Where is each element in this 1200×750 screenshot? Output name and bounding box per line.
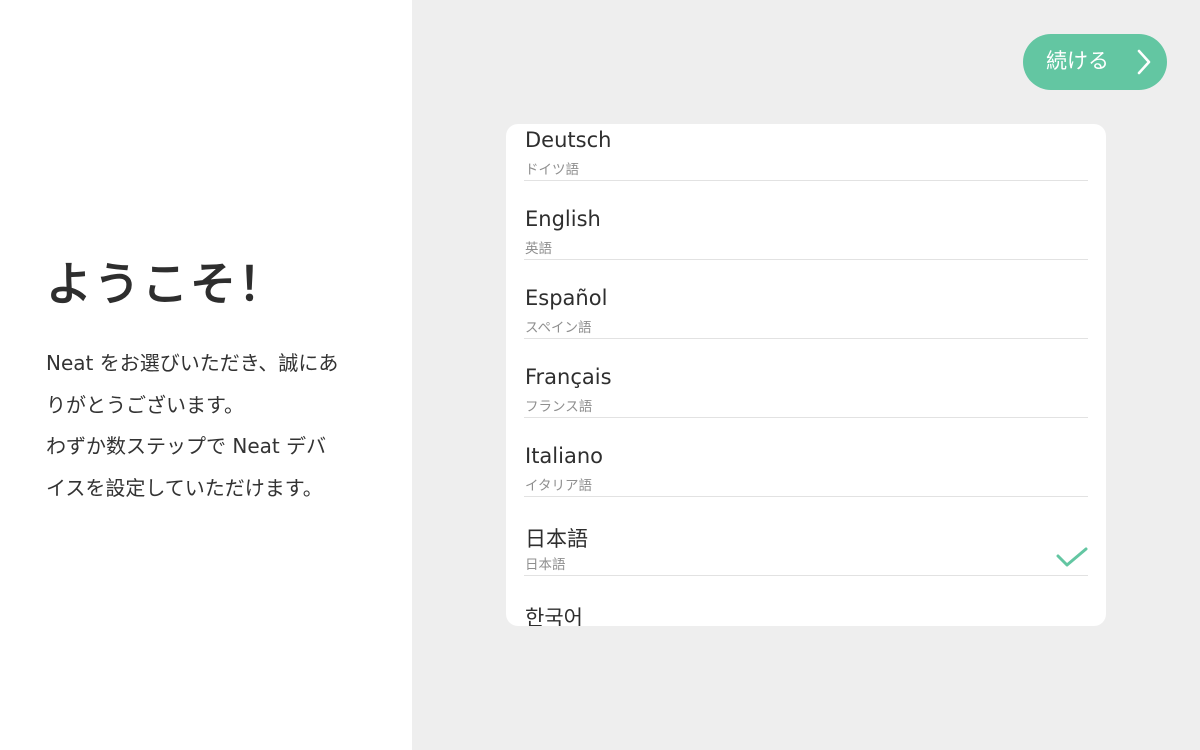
language-option-francais[interactable]: Français フランス語 [506,339,1106,418]
language-option-deutsch[interactable]: Deutsch ドイツ語 [506,124,1106,181]
language-native-name: 日本語 [525,527,588,551]
language-panel: 続ける Deutsch ドイツ語 English 英語 Español スペイン… [412,0,1200,750]
language-local-name: 英語 [525,241,552,257]
welcome-message-line: イスを設定していただけます。 [46,475,323,500]
continue-button[interactable]: 続ける [1023,34,1167,90]
welcome-message-line: りがとうございます。 [46,392,244,417]
language-local-name: ドイツ語 [525,162,579,178]
language-option-japanese[interactable]: 日本語 日本語 [506,497,1106,576]
language-option-italiano[interactable]: Italiano イタリア語 [506,418,1106,497]
language-local-name: 日本語 [525,557,566,573]
language-native-name: Italiano [525,444,603,468]
language-option-espanol[interactable]: Español スペイン語 [506,260,1106,339]
language-option-korean[interactable]: 한국어 [506,576,1106,626]
language-local-name: イタリア語 [525,478,592,494]
language-local-name: スペイン語 [525,320,592,336]
chevron-right-icon [1137,49,1151,75]
language-native-name: Français [525,365,612,389]
language-list: Deutsch ドイツ語 English 英語 Español スペイン語 Fr… [506,124,1106,626]
language-native-name: 한국어 [525,606,583,626]
language-native-name: English [525,207,601,231]
language-option-english[interactable]: English 英語 [506,181,1106,260]
welcome-panel: ようこそ！ Neat をお選びいただき、誠にあ りがとうございます。 わずか数ス… [0,0,412,750]
language-native-name: Español [525,286,608,310]
language-list-card[interactable]: Deutsch ドイツ語 English 英語 Español スペイン語 Fr… [506,124,1106,626]
language-native-name: Deutsch [525,128,612,152]
welcome-message-line: Neat をお選びいただき、誠にあ [46,351,339,375]
welcome-message: Neat をお選びいただき、誠にあ りがとうございます。 わずか数ステップで N… [46,343,376,509]
check-icon [1056,547,1088,567]
welcome-title: ようこそ！ [46,257,286,311]
continue-button-label: 続ける [1046,50,1109,73]
language-local-name: フランス語 [525,399,593,415]
setup-screen: ようこそ！ Neat をお選びいただき、誠にあ りがとうございます。 わずか数ス… [0,0,1200,750]
welcome-message-line: わずか数ステップで Neat デバ [46,434,327,458]
